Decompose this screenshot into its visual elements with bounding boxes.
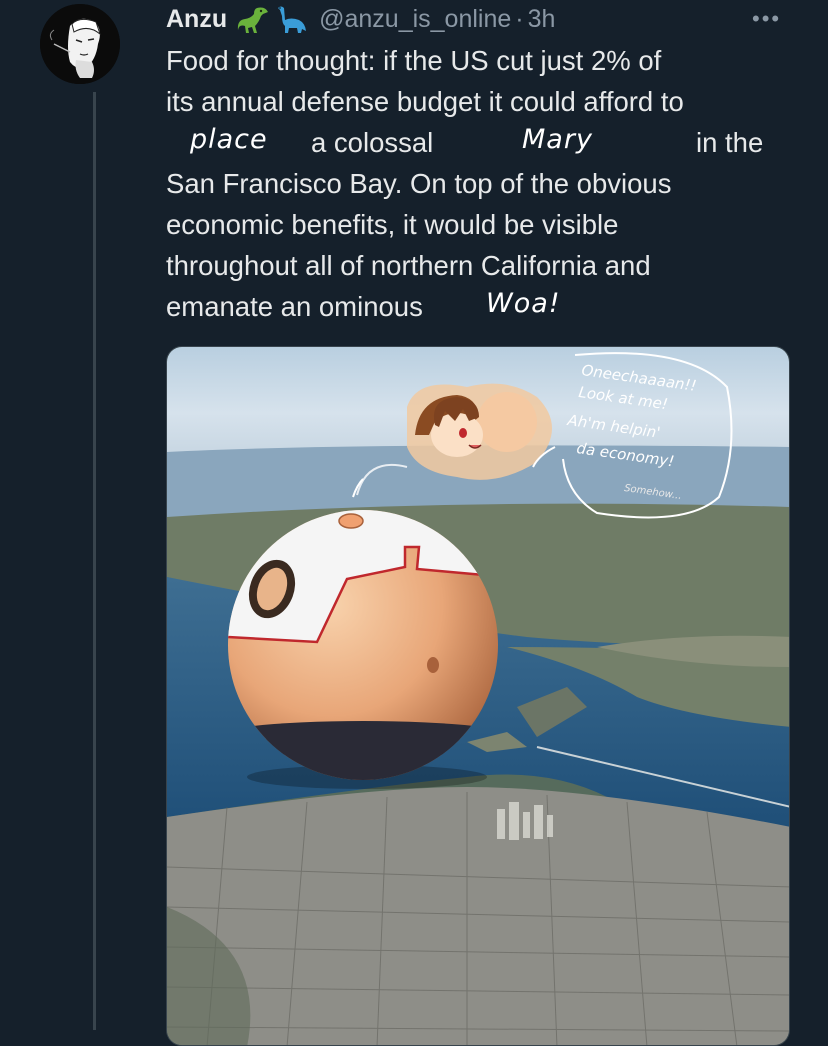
author-emoji — [237, 4, 307, 34]
t-rex-icon — [237, 7, 269, 33]
avatar-drawing-icon — [40, 4, 120, 84]
tweet-text-line-1: Food for thought: if the US cut just 2% … — [166, 45, 662, 76]
tweet-text-line-3b: in the — [696, 127, 764, 158]
tweet-text-line-2: its annual defense budget it could affor… — [166, 86, 684, 117]
more-options-icon[interactable]: ••• — [752, 6, 781, 32]
handwritten-place: place — [190, 124, 268, 155]
handwritten-woa: Woa! — [486, 288, 561, 319]
tweet-media-image[interactable]: Oneechaaaan!! Look at me! Ah'm helpin' d… — [166, 346, 790, 1046]
sauropod-icon — [278, 6, 307, 33]
tweet-text-line-6: throughout all of northern California an… — [166, 250, 651, 281]
tweet-text-line-7: emanate an ominous — [166, 291, 423, 322]
tweet-text-line-5: economic benefits, it would be visible — [166, 209, 619, 240]
tweet-header: Anzu @anzu_is_online · 3h — [166, 2, 555, 36]
separator-dot: · — [515, 4, 524, 33]
aerial-bay-illustration — [167, 347, 789, 1045]
author-avatar[interactable] — [40, 4, 120, 84]
tweet-text-line-3a: a colossal — [311, 127, 434, 158]
thread-line — [93, 92, 96, 1030]
author-handle[interactable]: @anzu_is_online — [319, 5, 511, 34]
tweet-timestamp[interactable]: 3h — [528, 5, 556, 34]
tweet-text-line-4: San Francisco Bay. On top of the obvious — [166, 168, 672, 199]
handwritten-mary: Mary — [522, 124, 593, 155]
author-name[interactable]: Anzu — [166, 5, 227, 34]
